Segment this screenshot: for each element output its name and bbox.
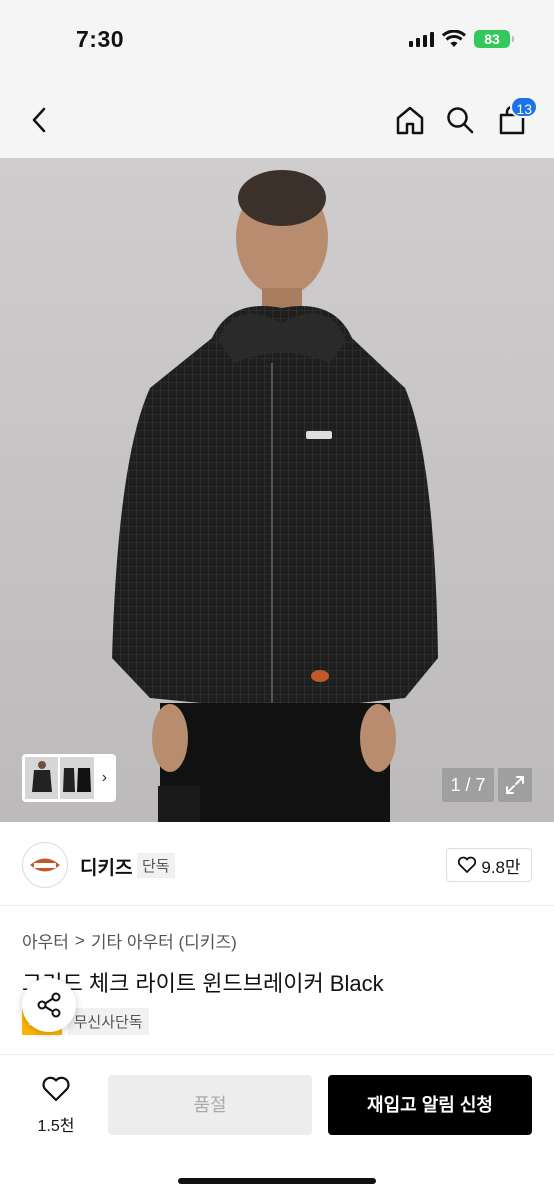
status-icons: 83 xyxy=(409,30,514,48)
status-bar: 7:30 83 xyxy=(0,0,554,84)
exclusive-tag: 무신사단독 xyxy=(67,1008,149,1035)
brand-logo[interactable] xyxy=(22,842,68,888)
thumbnail-image[interactable] xyxy=(25,757,59,799)
brand-row: 디키즈 단독 9.8만 xyxy=(0,822,554,906)
jacket-thumbnail-icon xyxy=(31,761,52,792)
cart-button[interactable]: 13 xyxy=(490,96,538,142)
thumbnail-image[interactable] xyxy=(60,757,94,799)
search-button[interactable] xyxy=(438,98,482,142)
cart-count-badge: 13 xyxy=(510,96,538,118)
share-icon xyxy=(37,992,61,1018)
back-button[interactable] xyxy=(18,98,62,142)
chevron-left-icon xyxy=(32,107,46,133)
product-photo xyxy=(112,170,438,822)
image-counter: 1 / 7 xyxy=(442,768,494,802)
jacket-thumbnail-icon xyxy=(63,768,92,792)
heart-icon xyxy=(42,1076,70,1102)
share-button[interactable] xyxy=(22,978,76,1032)
home-indicator xyxy=(178,1178,376,1184)
brand-like-count: 9.8만 xyxy=(481,857,521,877)
home-button[interactable] xyxy=(388,98,432,142)
battery-icon: 83 xyxy=(474,30,514,48)
breadcrumb-item[interactable]: 아우터 xyxy=(22,928,69,953)
chevron-right-icon[interactable]: › xyxy=(96,769,113,787)
home-icon xyxy=(396,106,424,135)
restock-alert-button[interactable]: 재입고 알림 신청 xyxy=(328,1075,532,1135)
breadcrumb-item[interactable]: 기타 아우터 (디키즈) xyxy=(91,928,237,953)
top-nav: 13 xyxy=(0,84,554,158)
wifi-icon xyxy=(442,30,466,47)
breadcrumb-separator: > xyxy=(74,930,85,950)
wishlist-count: 1.5천 xyxy=(37,1118,75,1135)
status-time: 7:30 xyxy=(76,26,125,52)
fullscreen-button[interactable] xyxy=(498,768,532,802)
breadcrumb: 아우터 > 기타 아우터 (디키즈) xyxy=(22,928,237,953)
soldout-button[interactable]: 품절 xyxy=(108,1075,312,1135)
cellular-signal-icon xyxy=(409,31,434,47)
brand-like-button[interactable]: 9.8만 xyxy=(446,848,532,882)
product-image-gallery[interactable]: › 1 / 7 xyxy=(0,158,554,822)
brand-logo-icon xyxy=(30,858,60,872)
exclusive-tag: 단독 xyxy=(137,853,175,878)
heart-icon xyxy=(458,856,477,873)
thumbnail-strip[interactable]: › xyxy=(22,754,116,802)
brand-name[interactable]: 디키즈 xyxy=(80,853,132,880)
wishlist-button[interactable]: 1.5천 xyxy=(30,1075,82,1136)
product-title: 그리드 체크 라이트 윈드브레이커 Black xyxy=(22,971,384,996)
search-icon xyxy=(447,107,474,134)
expand-icon xyxy=(506,776,524,794)
